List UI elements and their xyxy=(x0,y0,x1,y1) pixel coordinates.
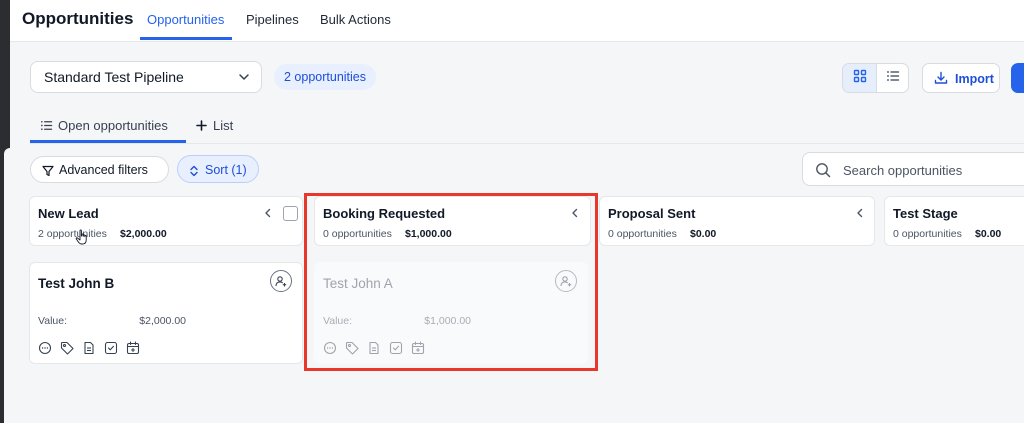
column-count: 2 opportunities xyxy=(38,228,107,240)
pipeline-select[interactable]: Standard Test Pipeline xyxy=(30,61,262,93)
hand-cursor-icon xyxy=(75,229,89,250)
opportunity-value: $2,000.00 xyxy=(139,315,186,327)
search-icon xyxy=(815,162,831,183)
search-input[interactable] xyxy=(843,160,1024,180)
column-amount: $2,000.00 xyxy=(120,228,167,240)
import-label: Import xyxy=(955,72,994,86)
document-icon[interactable] xyxy=(82,341,96,355)
view-toggle xyxy=(842,63,909,93)
download-icon xyxy=(934,71,948,90)
column-amount: $0.00 xyxy=(975,228,1002,240)
column-count: 0 opportunities xyxy=(893,228,962,240)
sort-button[interactable]: Sort (1) xyxy=(177,155,259,183)
top-bar: Opportunities Opportunities Pipelines Bu… xyxy=(10,0,1024,42)
tab-pipelines[interactable]: Pipelines xyxy=(246,12,299,27)
board-view-button[interactable] xyxy=(843,64,876,92)
column-amount: $0.00 xyxy=(690,228,717,240)
left-window-gap xyxy=(4,148,10,423)
list-view-button[interactable] xyxy=(876,64,908,92)
task-check-icon[interactable] xyxy=(104,341,118,355)
column-name: Test Stage xyxy=(893,206,958,221)
sort-icon xyxy=(189,164,199,182)
column-header-new-lead: New Lead 2 opportunities $2,000.00 xyxy=(29,196,303,246)
value-label: Value: xyxy=(38,315,67,327)
opportunity-title: Test John B xyxy=(38,276,115,291)
calendar-icon[interactable] xyxy=(126,341,140,355)
add-list-label: List xyxy=(213,118,234,133)
page-title: Opportunities xyxy=(22,9,134,28)
column-header-proposal-sent: Proposal Sent 0 opportunities $0.00 xyxy=(599,196,875,246)
tag-icon[interactable] xyxy=(60,341,74,355)
plus-icon xyxy=(196,119,207,134)
tab-bulk-actions[interactable]: Bulk Actions xyxy=(320,12,391,27)
advanced-filters-button[interactable]: Advanced filters xyxy=(30,156,169,183)
filter-icon xyxy=(42,164,54,182)
list-icon xyxy=(40,119,53,135)
column-header-test-stage: Test Stage 0 opportunities $0.00 xyxy=(884,196,1024,246)
chat-icon[interactable] xyxy=(38,341,52,355)
tab-open-opportunities[interactable]: Open opportunities xyxy=(40,118,168,135)
active-tab-indicator xyxy=(140,37,232,40)
chevron-left-icon[interactable] xyxy=(855,206,865,224)
column-count: 0 opportunities xyxy=(608,228,677,240)
assign-user-icon[interactable] xyxy=(270,270,292,292)
subtab-divider xyxy=(30,143,1024,144)
select-all-checkbox[interactable] xyxy=(283,206,298,221)
advanced-filters-label: Advanced filters xyxy=(59,163,148,177)
add-opportunity-button[interactable] xyxy=(1011,63,1024,93)
tab-open-opportunities-label: Open opportunities xyxy=(58,118,168,133)
search-box xyxy=(802,152,1024,186)
highlight-annotation xyxy=(304,193,598,371)
list-icon xyxy=(886,69,900,88)
grid-icon xyxy=(853,69,867,88)
column-name: Proposal Sent xyxy=(608,206,696,221)
sort-label: Sort (1) xyxy=(205,163,247,177)
chevron-down-icon xyxy=(237,70,251,89)
column-name: New Lead xyxy=(38,206,99,221)
chevron-left-icon[interactable] xyxy=(263,206,273,224)
tab-opportunities[interactable]: Opportunities xyxy=(147,12,224,27)
opportunity-card[interactable]: Test John B Value: $2,000.00 xyxy=(29,262,303,364)
opportunity-count-badge: 2 opportunities xyxy=(274,64,377,90)
pipeline-select-value: Standard Test Pipeline xyxy=(44,69,184,85)
left-window-edge xyxy=(0,0,10,423)
import-button[interactable]: Import xyxy=(922,63,1000,93)
add-list-tab[interactable]: List xyxy=(196,118,233,134)
